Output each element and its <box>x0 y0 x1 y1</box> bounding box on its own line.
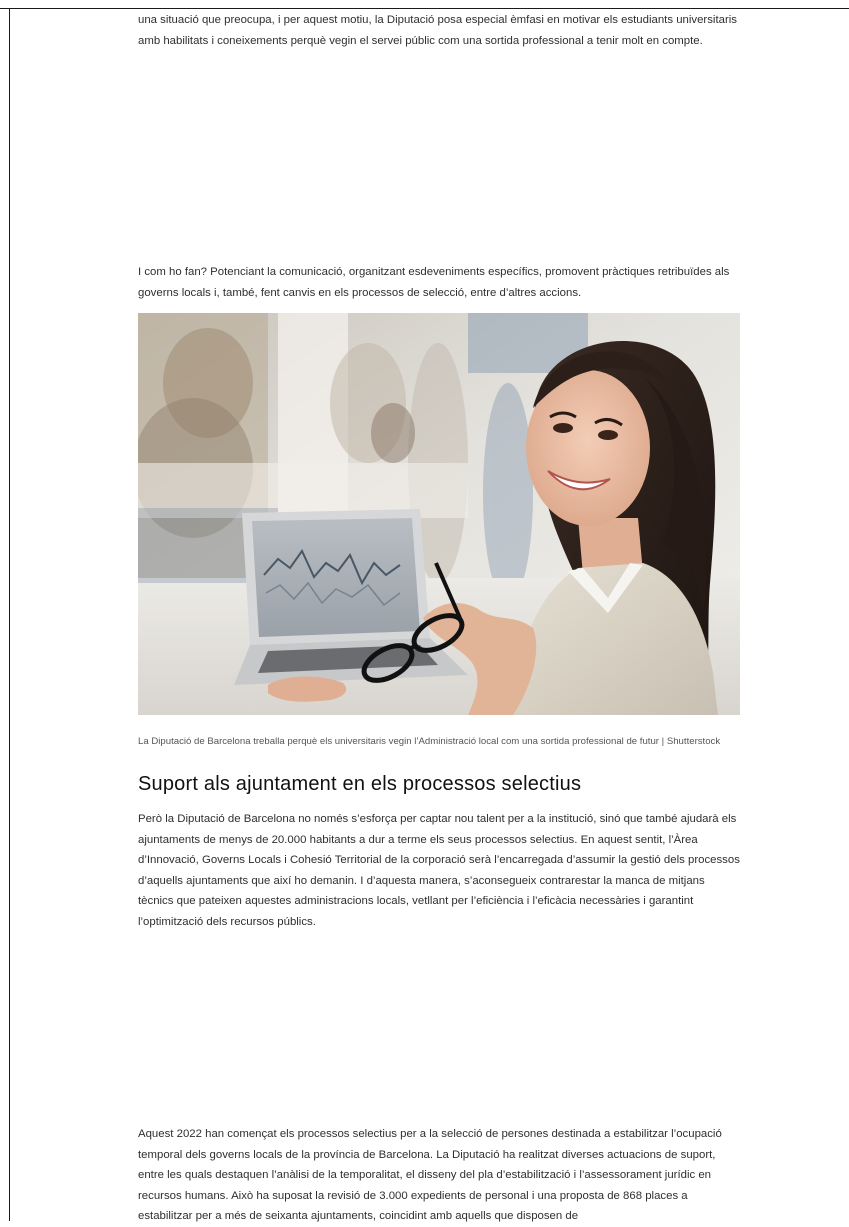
article-paragraph-intro: una situació que preocupa, i per aquest … <box>138 14 737 47</box>
page-frame-left-border <box>9 8 10 1221</box>
article-photo <box>138 313 740 715</box>
article-paragraph-how: I com ho fan? Potenciant la comunicació,… <box>138 266 730 299</box>
article-paragraph-support: Però la Diputació de Barcelona no només … <box>138 813 740 928</box>
image-caption: La Diputació de Barcelona treballa perqu… <box>138 735 721 747</box>
article-paragraph-2022: Aquest 2022 han començat els processos s… <box>138 1128 722 1222</box>
page-frame-top-border <box>0 8 849 9</box>
section-heading: Suport als ajuntament en els processos s… <box>138 773 582 795</box>
